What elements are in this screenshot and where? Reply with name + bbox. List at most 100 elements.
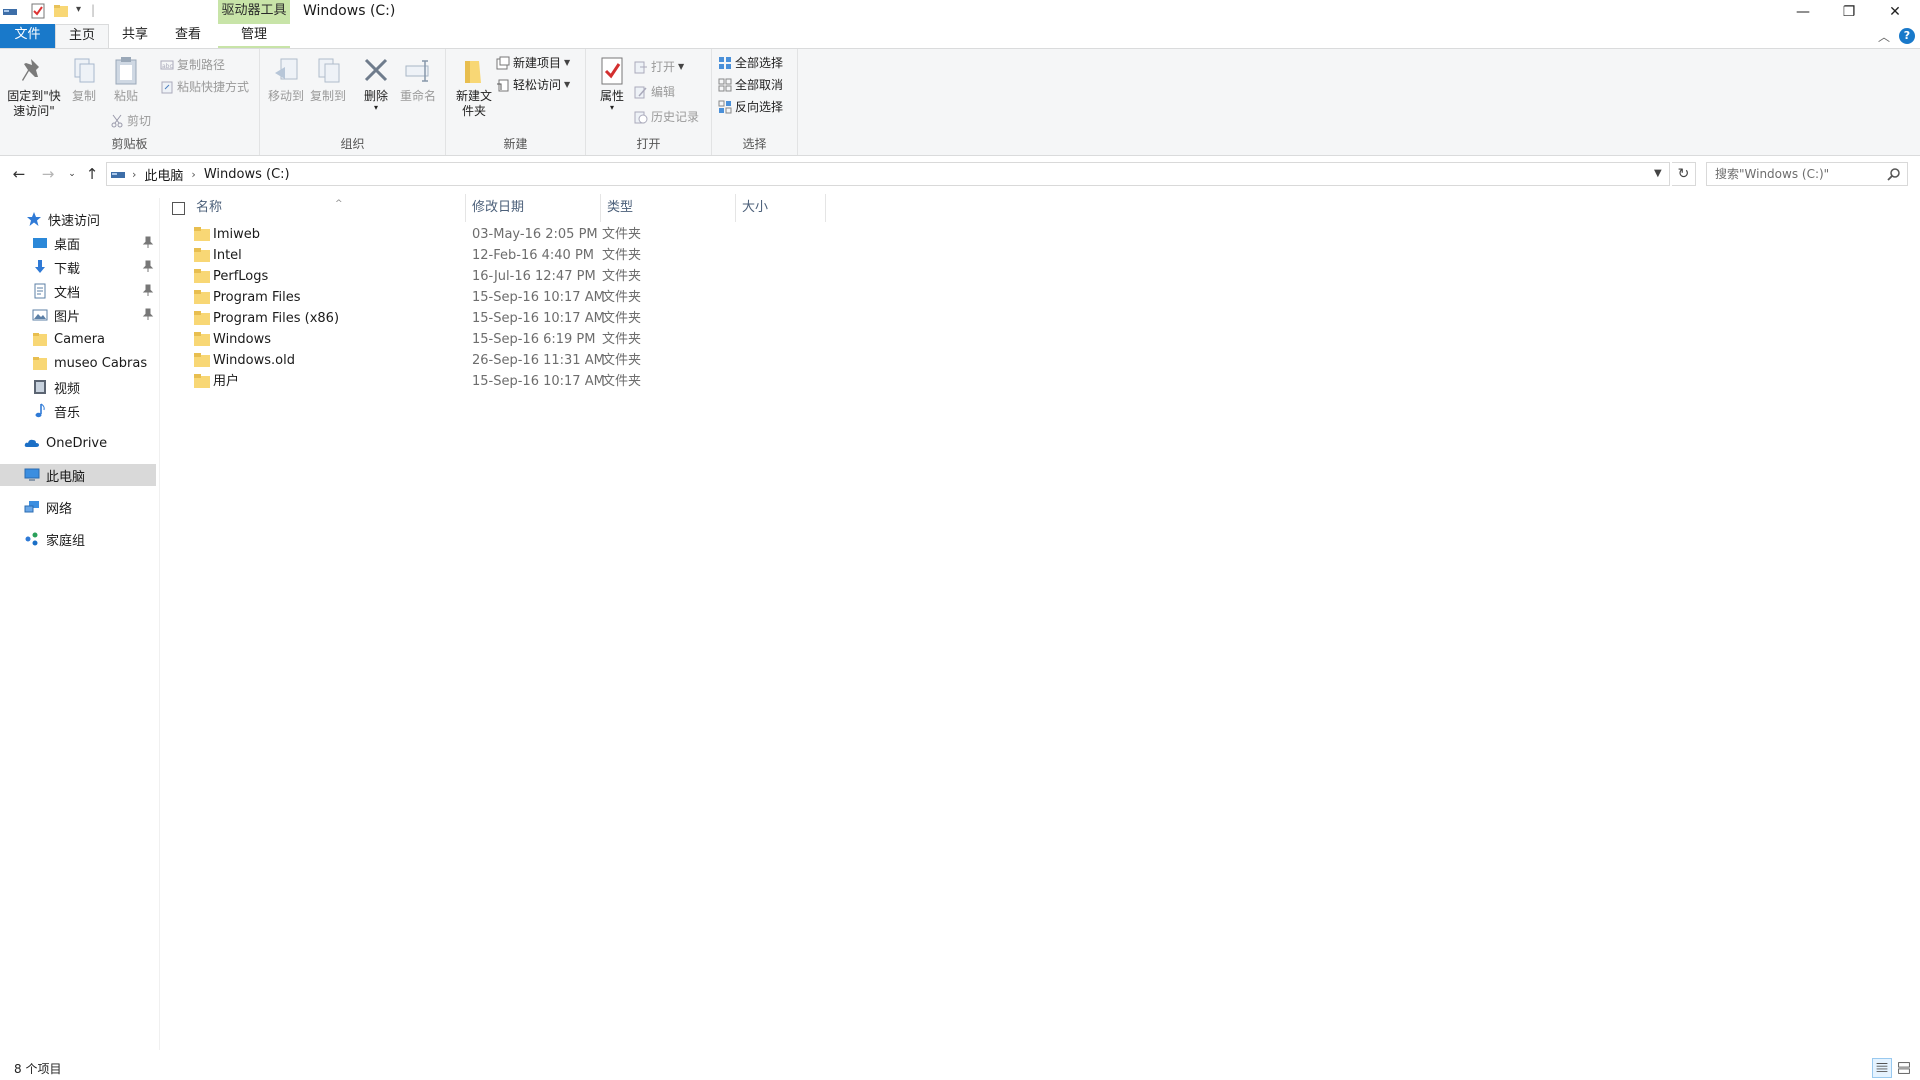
minimize-ribbon-icon[interactable]: ︿: [1878, 28, 1890, 45]
nav-music[interactable]: 音乐: [0, 400, 156, 422]
nav-network[interactable]: 网络: [0, 496, 156, 518]
restore-button[interactable]: ❐: [1826, 0, 1872, 24]
tab-view[interactable]: 查看: [161, 24, 215, 48]
column-header-date[interactable]: 修改日期: [466, 194, 601, 222]
recent-locations-icon[interactable]: ⌄: [62, 164, 82, 184]
nav-pictures-label: 图片: [54, 309, 81, 325]
pin-quick-access-label: 固定到"快速访问": [7, 89, 61, 118]
back-arrow-icon[interactable]: ←: [9, 164, 29, 184]
select-all-button[interactable]: 全部选择: [718, 53, 783, 73]
pin-quick-access-button[interactable]: 固定到"快速访问": [6, 55, 62, 119]
table-row[interactable]: Windows.old 26-Sep-16 11:31 AM 文件夹: [190, 350, 830, 371]
new-folder-quick-icon[interactable]: [53, 3, 69, 19]
table-row[interactable]: Program Files 15-Sep-16 10:17 AM 文件夹: [190, 287, 830, 308]
copy-icon: [74, 58, 95, 83]
nav-museo-cabras[interactable]: museo Cabras: [0, 352, 156, 374]
properties-button[interactable]: 属性 ▾: [592, 55, 632, 112]
contextual-tab-drive-tools: 驱动器工具: [218, 0, 290, 24]
table-row[interactable]: Imiweb 03-May-16 2:05 PM 文件夹: [190, 224, 830, 245]
pin-icon[interactable]: [142, 284, 154, 296]
properties-dropdown-icon[interactable]: ▾: [592, 104, 632, 112]
copy-to-button[interactable]: 复制到: [308, 55, 348, 104]
open-group-label: 打开: [636, 137, 661, 151]
file-type: 文件夹: [602, 290, 642, 305]
breadcrumb-drive[interactable]: Windows (C:): [204, 167, 290, 182]
paste-button[interactable]: 粘贴: [106, 55, 146, 104]
tab-file[interactable]: 文件: [0, 24, 55, 48]
help-icon[interactable]: ?: [1899, 28, 1915, 44]
up-arrow-icon[interactable]: ↑: [82, 164, 102, 184]
table-row[interactable]: 用户 15-Sep-16 10:17 AM 文件夹: [190, 371, 830, 392]
copy-path-button[interactable]: abc 复制路径: [160, 55, 225, 75]
file-name: 用户: [213, 374, 240, 389]
rename-button[interactable]: 重命名: [398, 55, 438, 104]
file-name: Program Files (x86): [213, 311, 340, 326]
move-to-button[interactable]: 移动到: [266, 55, 306, 104]
file-type: 文件夹: [602, 332, 642, 347]
table-row[interactable]: PerfLogs 16-Jul-16 12:47 PM 文件夹: [190, 266, 830, 287]
open-button[interactable]: 打开 ▼: [634, 57, 684, 77]
table-row[interactable]: Program Files (x86) 15-Sep-16 10:17 AM 文…: [190, 308, 830, 329]
select-none-button[interactable]: 全部取消: [718, 75, 783, 95]
search-input[interactable]: 搜索"Windows (C:)": [1706, 162, 1908, 186]
nav-camera[interactable]: Camera: [0, 328, 156, 350]
select-all-checkbox[interactable]: [172, 202, 185, 215]
properties-quick-icon[interactable]: [30, 3, 46, 19]
pictures-icon: [32, 309, 48, 321]
invert-selection-icon: [718, 100, 732, 114]
pin-icon[interactable]: [142, 236, 154, 248]
invert-selection-button[interactable]: 反向选择: [718, 97, 783, 117]
table-row[interactable]: Intel 12-Feb-16 4:40 PM 文件夹: [190, 245, 830, 266]
address-bar[interactable]: › 此电脑 › Windows (C:): [106, 162, 1670, 186]
large-icons-view-icon[interactable]: [1894, 1058, 1914, 1078]
file-date: 15-Sep-16 10:17 AM: [472, 374, 605, 389]
copy-button[interactable]: 复制: [64, 55, 104, 104]
minimize-button[interactable]: —: [1780, 0, 1826, 24]
edit-button[interactable]: 编辑: [634, 82, 675, 102]
nav-this-pc[interactable]: 此电脑: [0, 464, 156, 486]
nav-homegroup[interactable]: 家庭组: [0, 528, 156, 550]
nav-desktop[interactable]: 桌面: [0, 232, 156, 254]
address-dropdown-icon[interactable]: ▼: [1654, 168, 1662, 179]
nav-quick-access[interactable]: 快速访问: [0, 208, 156, 230]
column-header-type[interactable]: 类型: [601, 194, 736, 222]
nav-downloads[interactable]: 下载: [0, 256, 156, 278]
new-folder-button[interactable]: 新建文件夹: [452, 55, 496, 119]
pin-icon[interactable]: [142, 260, 154, 272]
paste-shortcut-button[interactable]: 粘贴快捷方式: [160, 77, 249, 97]
breadcrumb-separator[interactable]: ›: [132, 168, 136, 181]
tab-home[interactable]: 主页: [55, 24, 109, 49]
delete-dropdown-icon[interactable]: ▾: [356, 104, 396, 112]
file-type: 文件夹: [602, 269, 642, 284]
table-row[interactable]: Windows 15-Sep-16 6:19 PM 文件夹: [190, 329, 830, 350]
new-item-label: 新建项目: [513, 56, 562, 70]
group-new: 新建文件夹 新建项目 ▼ 轻松访问 ▼ 新建: [446, 49, 586, 155]
details-view-icon[interactable]: [1872, 1058, 1892, 1078]
delete-button[interactable]: 删除 ▾: [356, 55, 396, 112]
nav-documents[interactable]: 文档: [0, 280, 156, 302]
history-button[interactable]: 历史记录: [634, 107, 699, 127]
easy-access-button[interactable]: 轻松访问 ▼: [496, 75, 570, 95]
nav-pictures[interactable]: 图片: [0, 304, 156, 326]
cut-button[interactable]: 剪切: [110, 111, 151, 131]
nav-videos[interactable]: 视频: [0, 376, 156, 398]
new-item-button[interactable]: 新建项目 ▼: [496, 53, 570, 73]
column-header-size[interactable]: 大小: [736, 194, 826, 222]
tab-share[interactable]: 共享: [109, 24, 161, 48]
pin-icon[interactable]: [142, 308, 154, 320]
nav-onedrive[interactable]: OneDrive: [0, 432, 156, 454]
customize-quick-access-icon[interactable]: ▾: [76, 4, 81, 15]
file-date: 15-Sep-16 6:19 PM: [472, 332, 596, 347]
ribbon: 固定到"快速访问" 复制 粘贴 abc 复制路径 粘贴快捷方式 剪切 剪贴板 移…: [0, 48, 1920, 156]
forward-arrow-icon[interactable]: →: [38, 164, 58, 184]
search-icon[interactable]: [1887, 167, 1901, 181]
move-to-icon: [275, 58, 298, 80]
column-header-name[interactable]: 名称 ^: [190, 194, 466, 222]
file-date: 12-Feb-16 4:40 PM: [472, 248, 594, 263]
refresh-icon[interactable]: ↻: [1672, 162, 1696, 186]
breadcrumb-separator[interactable]: ›: [191, 168, 195, 181]
tab-manage[interactable]: 管理: [218, 24, 290, 48]
close-button[interactable]: ✕: [1872, 0, 1918, 24]
breadcrumb-this-pc[interactable]: 此电脑: [144, 165, 183, 184]
item-count: 8 个项目: [14, 1062, 62, 1076]
